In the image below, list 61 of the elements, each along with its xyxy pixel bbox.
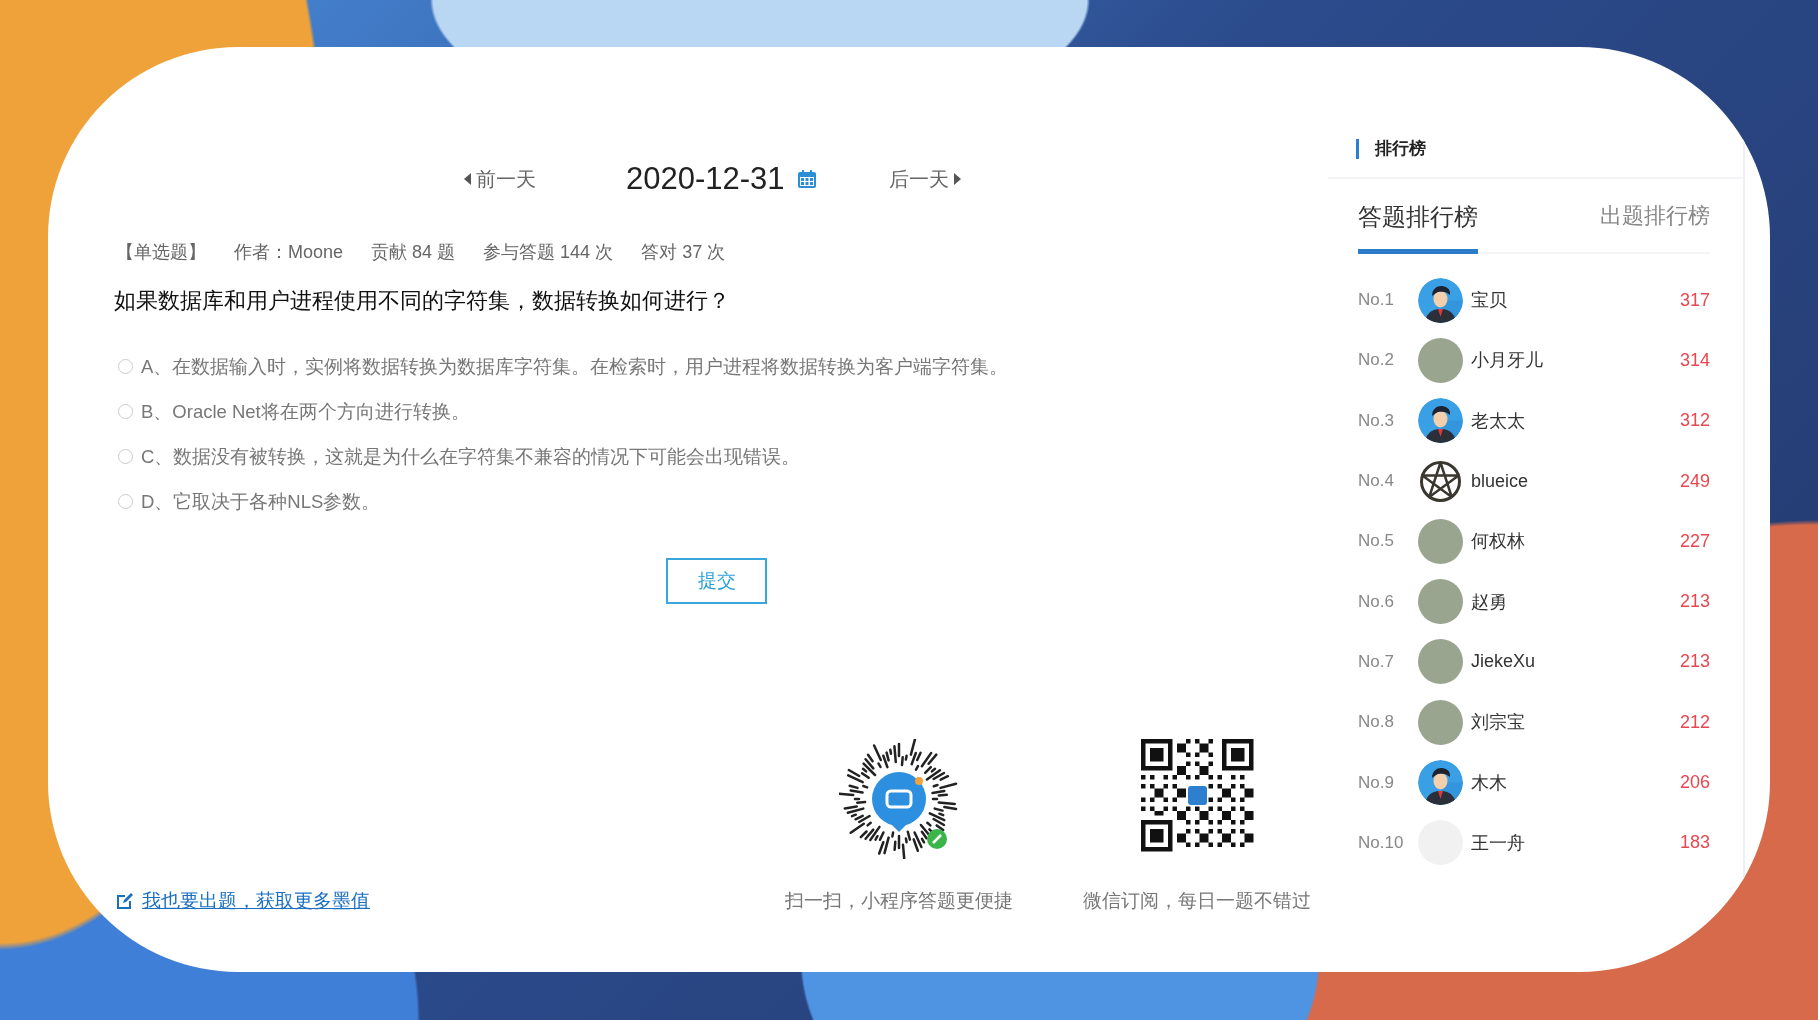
photo-placeholder [1418, 579, 1463, 625]
user-name: 老太太 [1471, 409, 1525, 433]
date-label: 2020-12-31 [626, 161, 785, 197]
next-day-link[interactable]: 后一天 [888, 165, 961, 193]
score-value: 212 [1679, 711, 1710, 733]
question-meta: 参与答题 144 次 [483, 241, 614, 264]
user-name: blueice [1471, 470, 1529, 492]
avatar-icon [1418, 277, 1463, 323]
user-name: 赵勇 [1471, 590, 1507, 614]
score-value: 213 [1679, 651, 1710, 673]
option-text: C、数据没有被转换，这就是为什么在字符集不兼容的情况下可能会出现错误。 [141, 445, 801, 469]
panel-title: 排行榜 [1356, 139, 1743, 159]
avatar-icon [1418, 398, 1463, 444]
question-title: 如果数据库和用户进程使用不同的字符集，数据转换如何进行？ [114, 287, 731, 315]
option-text: D、它取决于各种NLS参数。 [141, 490, 381, 514]
rank-label: No.9 [1358, 772, 1395, 793]
user-name: JiekeXu [1471, 651, 1536, 673]
score-value: 206 [1679, 772, 1710, 793]
photo-placeholder [1418, 337, 1463, 383]
user-name: 宝贝 [1471, 289, 1507, 313]
question-meta: 答对 37 次 [641, 241, 726, 264]
code-caption: 扫一扫，小程序答题更便捷 [785, 889, 1013, 913]
rank-label: No.1 [1358, 290, 1395, 311]
question-meta: 作者：Moone [234, 241, 344, 264]
rank-label: No.8 [1358, 712, 1395, 733]
pentagram-icon [1418, 458, 1463, 504]
leaderboard-tab[interactable]: 出题排行榜 [1600, 193, 1710, 254]
calendar-icon [796, 169, 817, 189]
submit-button[interactable]: 提交 [666, 558, 767, 604]
rank-label: No.7 [1358, 651, 1395, 672]
photo-placeholder [1418, 518, 1463, 564]
rank-label: No.2 [1358, 350, 1395, 371]
user-name: 刘宗宝 [1471, 711, 1525, 735]
rank-label: No.5 [1358, 531, 1395, 552]
photo-placeholder [1418, 639, 1463, 685]
option-text: B、Oracle Net将在两个方向进行转换。 [141, 400, 470, 424]
rank-label: No.10 [1358, 832, 1405, 853]
edit-icon [116, 892, 134, 910]
user-name: 小月牙儿 [1471, 349, 1543, 373]
option-text: A、在数据输入时，实例将数据转换为数据库字符集。在检索时，用户进程将数据转换为客户端字符集。 [141, 355, 1009, 379]
create-question-link[interactable]: 我也要出题，获取更多墨值 [142, 888, 370, 914]
user-name: 何权林 [1471, 530, 1525, 554]
score-value: 227 [1679, 530, 1710, 552]
rank-label: No.3 [1358, 410, 1395, 431]
question-meta: 【单选题】 [116, 241, 206, 264]
score-value: 312 [1679, 410, 1710, 432]
leaderboard-tab[interactable]: 答题排行榜 [1358, 193, 1478, 254]
score-value: 183 [1679, 832, 1710, 854]
avatar-icon [1418, 760, 1463, 805]
user-name: 王一舟 [1471, 831, 1525, 855]
rank-label: No.4 [1358, 471, 1395, 492]
question-meta: 贡献 84 题 [371, 241, 456, 264]
code-caption: 微信订阅，每日一题不错过 [1083, 889, 1311, 913]
score-value: 249 [1679, 470, 1710, 492]
rank-label: No.6 [1358, 591, 1395, 612]
photo-placeholder [1418, 699, 1463, 745]
previous-day-link[interactable]: 前一天 [464, 165, 536, 193]
score-value: 317 [1679, 289, 1710, 311]
user-name: 木木 [1471, 771, 1507, 795]
score-value: 213 [1679, 591, 1710, 613]
score-value: 314 [1679, 349, 1710, 371]
